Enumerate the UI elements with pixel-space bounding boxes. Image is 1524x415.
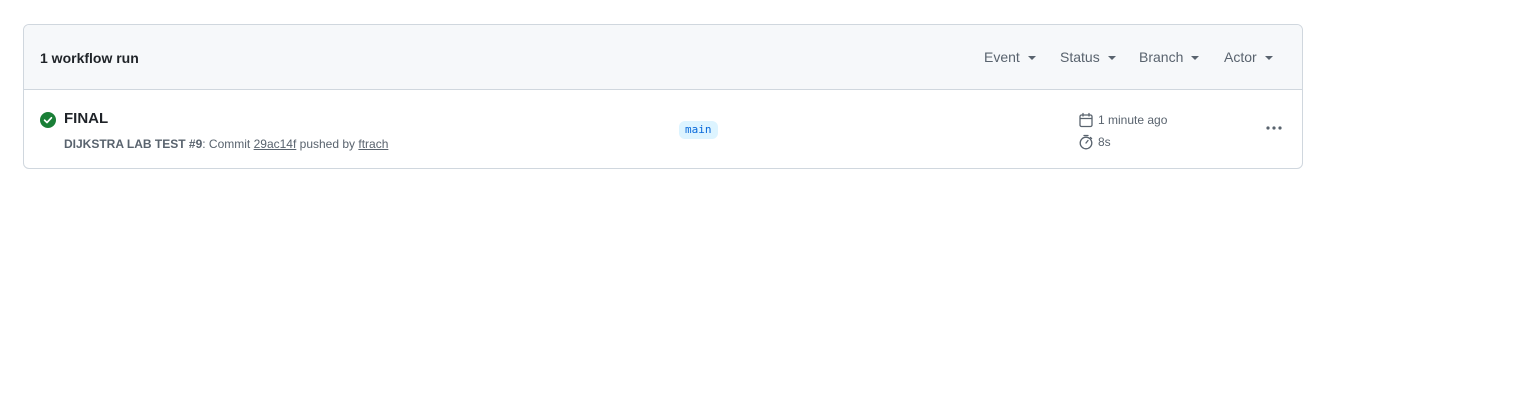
branch-filter-label: Branch (1139, 49, 1184, 65)
branch-filter-dropdown[interactable]: Branch (1139, 49, 1200, 65)
time-ago: 1 minute ago (1098, 113, 1168, 127)
run-number: #9 (188, 137, 203, 151)
branch-tag[interactable]: main (679, 121, 718, 139)
actor-filter-label: Actor (1224, 49, 1257, 65)
run-duration: 8s (1078, 134, 1111, 150)
workflow-runs-box: 1 workflow run Event Status Branch Actor… (23, 24, 1303, 169)
commit-prefix: : Commit (202, 137, 254, 151)
commit-sha-link[interactable]: 29ac14f (254, 137, 297, 151)
triangle-down-icon (1264, 55, 1273, 60)
workflow-run-row: FINAL DIJKSTRA LAB TEST #9: Commit 29ac1… (24, 90, 1302, 168)
triangle-down-icon (1027, 55, 1036, 60)
duration: 8s (1098, 135, 1111, 149)
workflow-run-count: 1 workflow run (40, 50, 139, 66)
event-filter-label: Event (984, 49, 1020, 65)
calendar-icon (1079, 112, 1093, 128)
run-title-link[interactable]: FINAL (64, 110, 108, 127)
actor-link[interactable]: ftrach (358, 137, 388, 151)
workflow-runs-header: 1 workflow run Event Status Branch Actor (24, 25, 1302, 90)
event-filter-dropdown[interactable]: Event (984, 49, 1036, 65)
stopwatch-icon (1079, 134, 1093, 150)
run-meta: DIJKSTRA LAB TEST #9: Commit 29ac14f pus… (64, 137, 388, 151)
check-circle-fill-icon (40, 112, 56, 128)
triangle-down-icon (1191, 55, 1200, 60)
triangle-down-icon (1107, 55, 1116, 60)
pushed-by-text: pushed by (296, 137, 359, 151)
status-filter-dropdown[interactable]: Status (1060, 49, 1116, 65)
run-time: 1 minute ago (1078, 112, 1167, 128)
status-filter-label: Status (1060, 49, 1100, 65)
kebab-horizontal-icon[interactable] (1260, 118, 1288, 138)
actor-filter-dropdown[interactable]: Actor (1224, 49, 1273, 65)
workflow-name: DIJKSTRA LAB TEST (64, 137, 186, 151)
